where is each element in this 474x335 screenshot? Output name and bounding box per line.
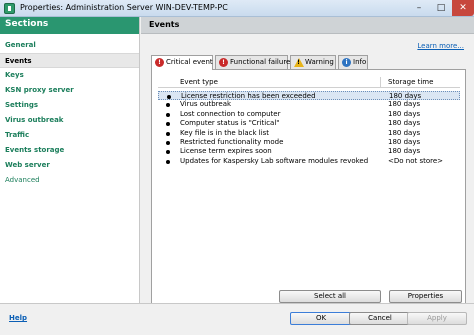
storage-time-cell: 180 days [388,147,421,156]
warning-icon: ! [294,58,304,67]
tab-info[interactable]: i Info [338,55,368,69]
table-row[interactable]: Restricted functionality mode 180 days [158,138,460,147]
sidebar-item-general[interactable]: General [0,38,139,53]
sidebar-item-events-storage[interactable]: Events storage [0,143,139,158]
sidebar-item-keys[interactable]: Keys [0,68,139,83]
sidebar-item-settings[interactable]: Settings [0,98,139,113]
tab-label: Warning [305,58,334,66]
critical-icon: ! [155,58,164,67]
sidebar-item-events[interactable]: Events [0,53,139,68]
learn-more-link[interactable]: Learn more... [417,42,464,50]
table-row[interactable]: License restriction has been exceeded 18… [158,91,460,101]
cancel-button[interactable]: Cancel [349,312,411,325]
sidebar-item-web-server[interactable]: Web server [0,158,139,173]
event-type-cell: Computer status is "Critical" [180,119,280,128]
event-type-cell: Restricted functionality mode [180,137,284,146]
event-type-cell: Key file is in the black list [180,128,270,137]
sidebar-item-advanced[interactable]: Advanced [0,173,139,188]
sections-sidebar: Sections General Events Keys KSN proxy s… [0,17,140,303]
select-all-button[interactable]: Select all [279,290,381,303]
app-icon [4,3,15,14]
column-divider[interactable] [380,77,381,87]
table-row[interactable]: Virus outbreak 180 days [158,100,460,109]
events-table: Event type Storage time License restrict… [158,76,460,166]
table-row[interactable]: Updates for Kaspersky Lab software modul… [158,157,460,166]
column-storage-time[interactable]: Storage time [388,78,433,86]
event-type-cell: Virus outbreak [180,100,232,109]
info-icon: i [342,58,351,67]
sidebar-item-traffic[interactable]: Traffic [0,128,139,143]
events-section: Events Learn more... ! Critical event ! … [141,17,474,308]
table-row[interactable]: Computer status is "Critical" 180 days [158,119,460,128]
sidebar-header: Sections [0,17,139,34]
table-row[interactable]: Key file is in the black list 180 days [158,129,460,138]
event-type-cell: License term expires soon [180,147,272,156]
section-title: Events [141,17,474,34]
window-title: Properties: Administration Server WIN-DE… [20,3,228,12]
event-type-cell: Updates for Kaspersky Lab software modul… [180,156,369,165]
dialog-footer: Help OK Cancel Apply [0,303,474,335]
bullet-icon [167,95,171,99]
bullet-icon [166,150,170,155]
tab-label: Functional failure [230,58,291,66]
storage-time-cell: 180 days [388,109,421,118]
maximize-button[interactable]: □ [430,0,452,16]
close-button[interactable]: ✕ [452,0,474,16]
storage-time-cell: 180 days [388,100,421,109]
tab-critical-event[interactable]: ! Critical event [151,55,213,70]
minimize-button[interactable]: – [408,0,430,16]
bullet-icon [166,122,170,127]
bullet-icon [166,140,170,145]
error-icon: ! [219,58,228,67]
properties-window: Properties: Administration Server WIN-DE… [0,0,474,335]
ok-button[interactable]: OK [290,312,352,325]
table-row[interactable]: Lost connection to computer 180 days [158,110,460,119]
table-row[interactable]: License term expires soon 180 days [158,147,460,156]
table-header: Event type Storage time [158,76,460,88]
properties-button[interactable]: Properties [389,290,462,303]
event-type-cell: Lost connection to computer [180,109,281,118]
title-bar[interactable]: Properties: Administration Server WIN-DE… [0,0,474,17]
column-event-type[interactable]: Event type [180,78,218,86]
tab-functional-failure[interactable]: ! Functional failure [215,55,291,69]
bullet-icon [166,112,170,117]
bullet-icon [166,159,170,164]
tab-warning[interactable]: ! Warning [290,55,336,69]
tab-panel: Event type Storage time License restrict… [151,69,466,308]
storage-time-cell: 180 days [388,137,421,146]
bullet-icon [166,131,170,136]
tab-label: Info [353,58,367,66]
apply-button[interactable]: Apply [407,312,467,325]
help-link[interactable]: Help [9,314,27,322]
tab-label: Critical event [166,58,213,66]
storage-time-cell: 180 days [388,128,421,137]
storage-time-cell: 180 days [388,119,421,128]
sidebar-item-virus-outbreak[interactable]: Virus outbreak [0,113,139,128]
storage-time-cell: <Do not store> [388,156,444,165]
sidebar-item-ksn-proxy-server[interactable]: KSN proxy server [0,83,139,98]
bullet-icon [166,103,170,108]
